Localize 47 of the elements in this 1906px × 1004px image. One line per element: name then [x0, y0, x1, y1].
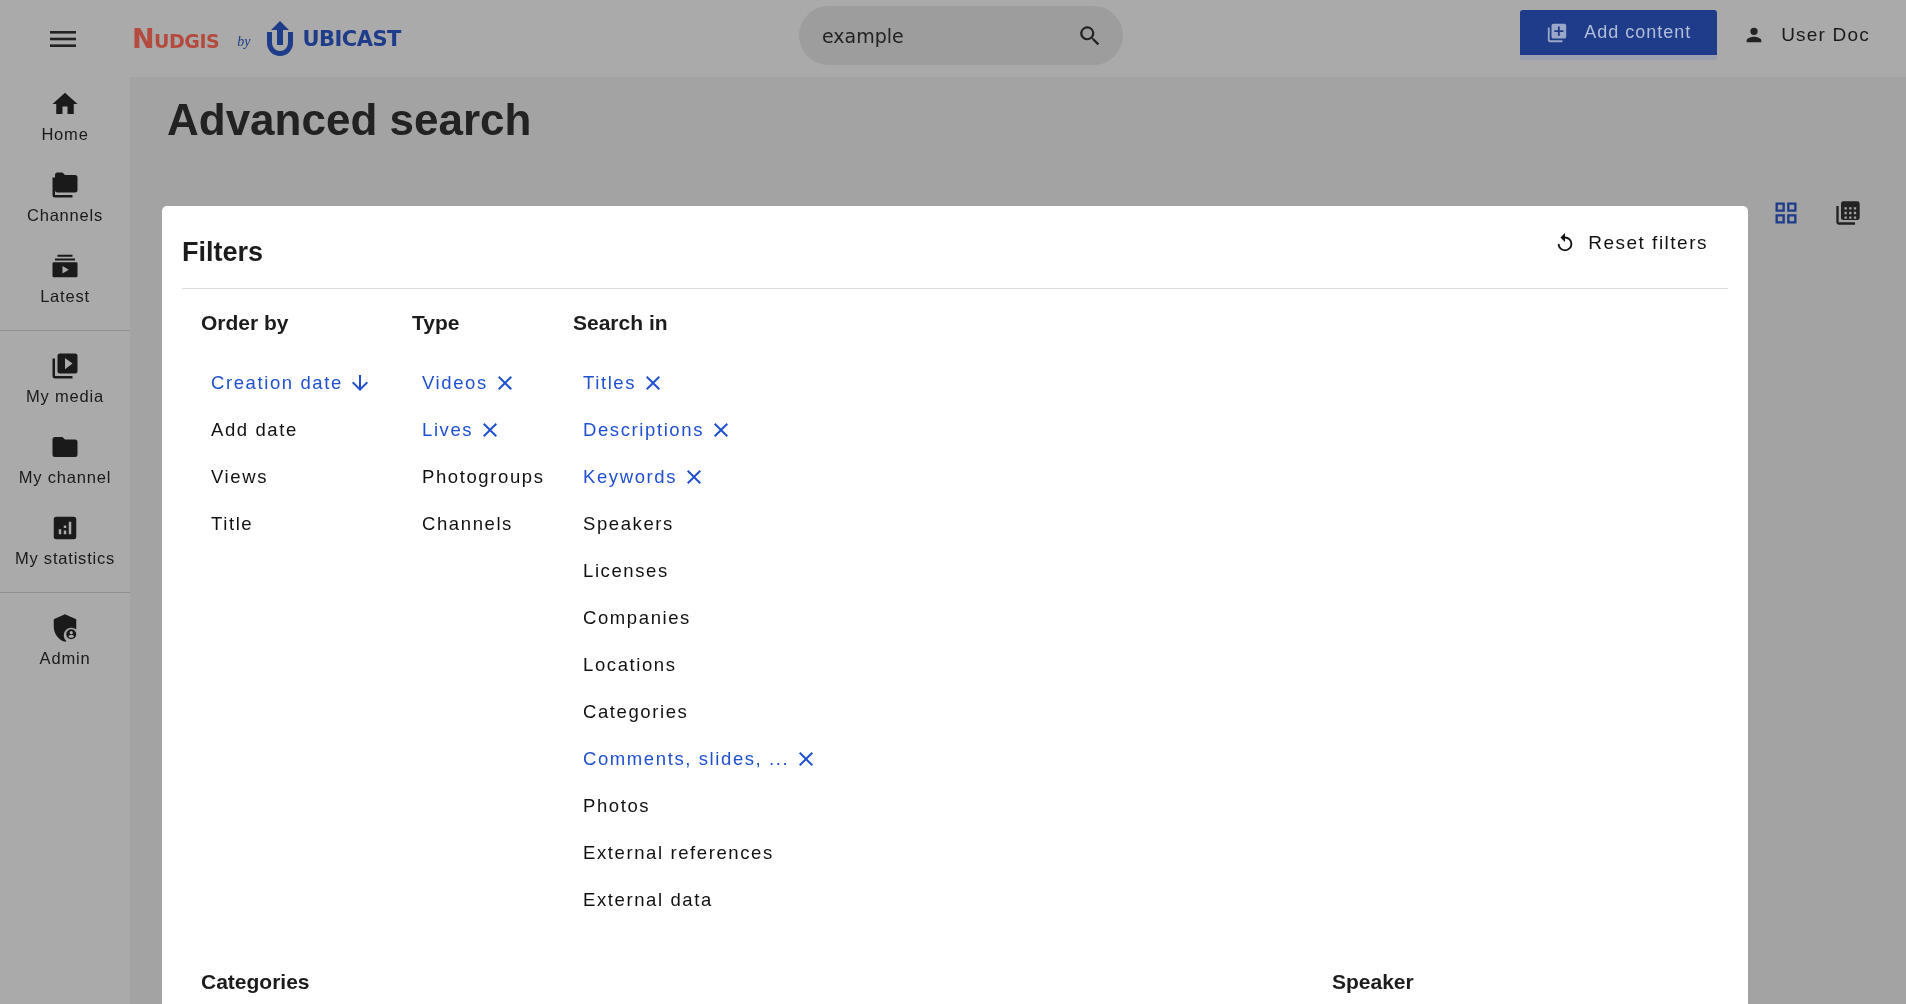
- search-input[interactable]: example: [820, 23, 1077, 48]
- filter-option[interactable]: Views: [211, 459, 268, 495]
- filter-section-heading: Categories: [201, 970, 311, 995]
- sidebar-item[interactable]: Channels: [0, 158, 130, 239]
- logo-company-text: UBICAST: [302, 26, 401, 51]
- filter-option[interactable]: Add date: [211, 412, 298, 448]
- dialog-title: Filters: [182, 237, 264, 268]
- sidebar-item[interactable]: Home: [0, 77, 130, 158]
- filter-group-heading: Type: [412, 311, 461, 336]
- filter-option[interactable]: External data: [583, 882, 713, 918]
- logo-brand-text: NUDGIS: [132, 23, 220, 54]
- filter-option[interactable]: Channels: [422, 506, 513, 542]
- filter-option[interactable]: Keywords: [583, 459, 707, 495]
- filter-option[interactable]: Titles: [583, 365, 666, 401]
- menu-icon[interactable]: [50, 28, 76, 49]
- list-view-icon[interactable]: [1834, 199, 1862, 227]
- video-library-icon: [50, 351, 80, 381]
- page-title: Advanced search: [167, 95, 532, 145]
- filter-option[interactable]: Descriptions: [583, 412, 733, 448]
- filter-group-heading: Search in: [573, 311, 669, 336]
- filter-option[interactable]: Licenses: [583, 553, 669, 589]
- filter-option[interactable]: Locations: [583, 647, 677, 683]
- filter-option[interactable]: Lives: [422, 412, 503, 448]
- user-menu-button[interactable]: User Doc: [1733, 10, 1870, 60]
- sidebar-item[interactable]: Admin: [0, 601, 130, 682]
- filter-option[interactable]: Speakers: [583, 506, 674, 542]
- filter-section-heading: Speaker: [1332, 970, 1414, 995]
- filter-option[interactable]: Comments, slides, ...: [583, 741, 819, 777]
- reset-filters-button[interactable]: Reset filters: [1546, 226, 1716, 260]
- search-field[interactable]: example: [799, 6, 1123, 65]
- add-library-icon: [1546, 21, 1569, 44]
- filter-option[interactable]: Categories: [583, 694, 689, 730]
- filter-option[interactable]: Photogroups: [422, 459, 545, 495]
- filter-option[interactable]: Photos: [583, 788, 651, 824]
- filter-group-heading: Order by: [201, 311, 290, 336]
- filter-option[interactable]: External references: [583, 835, 774, 871]
- logo-by-text: by: [237, 33, 251, 50]
- stacked-folders-icon: [50, 170, 80, 200]
- add-content-button[interactable]: Add content: [1520, 10, 1718, 60]
- sidebar-item[interactable]: My channel: [0, 420, 130, 501]
- sidebar-item[interactable]: My media: [0, 339, 130, 420]
- filter-option[interactable]: Videos: [422, 365, 517, 401]
- filter-option[interactable]: Companies: [583, 600, 691, 636]
- filter-option[interactable]: Creation date: [211, 365, 372, 401]
- sidebar-item[interactable]: Latest: [0, 239, 130, 320]
- filter-option[interactable]: Title: [211, 506, 254, 542]
- sidebar-item[interactable]: My statistics: [0, 501, 130, 582]
